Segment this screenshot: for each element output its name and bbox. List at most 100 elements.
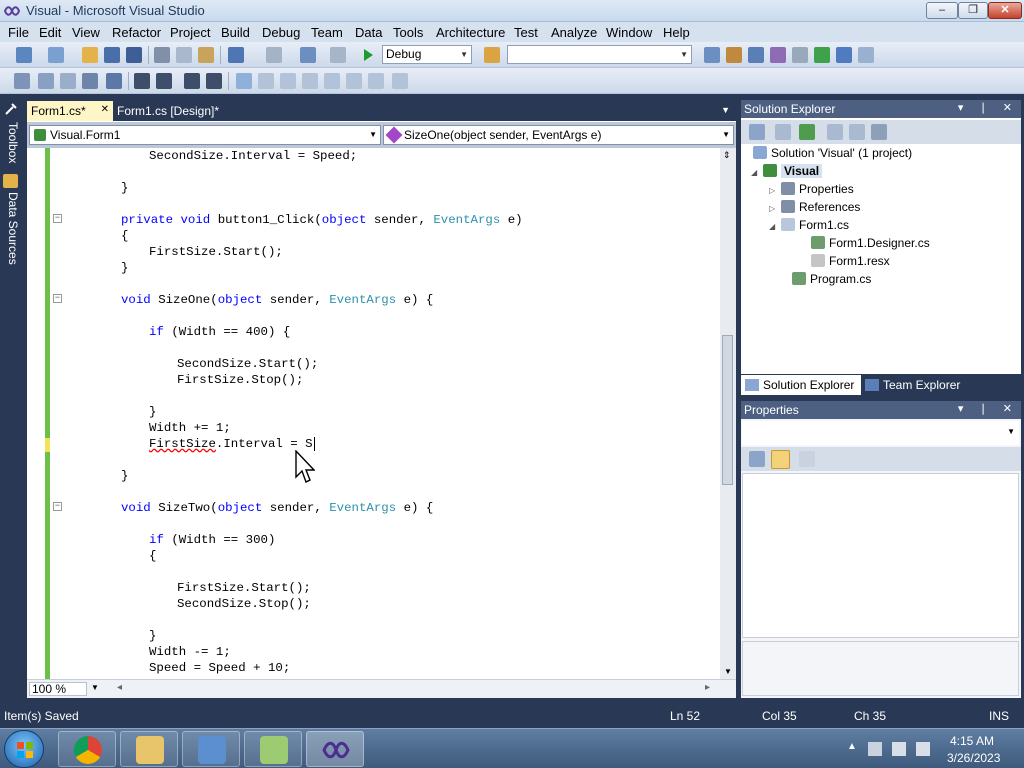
clear-bookmarks-icon[interactable] — [392, 73, 408, 89]
collapse-toggle-icon[interactable]: − — [53, 214, 62, 223]
expanded-arrow-icon[interactable]: ◢ — [751, 168, 763, 177]
toolbox-icon[interactable] — [770, 47, 786, 63]
members-combo[interactable]: SizeOne(object sender, EventArgs e) ▼ — [383, 125, 734, 145]
list-members-icon[interactable] — [14, 73, 30, 89]
object-selector-combo[interactable]: ▼ — [742, 421, 1019, 445]
split-handle-icon[interactable]: ⇕ — [723, 150, 731, 161]
tab-form1-cs[interactable]: Form1.cs* ✕ — [27, 101, 113, 121]
panel-controls[interactable]: ▾ ❘ ✕ — [958, 402, 1018, 415]
properties-window-icon[interactable] — [726, 47, 742, 63]
parameter-info-icon[interactable] — [38, 73, 54, 89]
tree-item-references[interactable]: ▷ References — [769, 200, 860, 218]
paste-icon[interactable] — [198, 47, 214, 63]
menu-debug[interactable]: Debug — [262, 25, 300, 40]
complete-word-icon[interactable] — [82, 73, 98, 89]
maximize-button[interactable]: ❐ — [958, 2, 988, 19]
scroll-left-icon[interactable]: ◂ — [117, 682, 122, 693]
open-folder-icon[interactable] — [82, 47, 98, 63]
solution-configuration-combo[interactable]: Debug ▼ — [382, 45, 472, 64]
start-page-icon[interactable] — [814, 47, 830, 63]
bookmark-icon[interactable] — [236, 73, 252, 89]
collapse-toggle-icon[interactable]: − — [53, 502, 62, 511]
find-in-files-icon[interactable] — [484, 47, 500, 63]
property-pages-icon[interactable] — [799, 451, 815, 467]
comment-icon[interactable] — [134, 73, 150, 89]
object-browser-icon[interactable] — [748, 47, 764, 63]
action-center-icon[interactable] — [868, 742, 882, 756]
toolbox-tab[interactable]: Toolbox — [2, 122, 20, 163]
prev-bookmark-icon[interactable] — [258, 73, 274, 89]
menu-team[interactable]: Team — [311, 25, 343, 40]
collapsed-arrow-icon[interactable]: ▷ — [769, 186, 781, 195]
prev-bookmark-document-icon[interactable] — [346, 73, 362, 89]
taskbar-visual-studio[interactable] — [306, 731, 364, 767]
toolbox-wrench-icon[interactable] — [4, 102, 18, 116]
next-bookmark-icon[interactable] — [280, 73, 296, 89]
taskbar-notepad[interactable] — [244, 731, 302, 767]
clock-time[interactable]: 4:15 AM — [950, 734, 994, 748]
undo-icon[interactable] — [228, 47, 244, 63]
wrap-icon[interactable] — [206, 73, 222, 89]
class-diagram-icon[interactable] — [871, 124, 887, 140]
show-hidden-icons-icon[interactable]: ▲ — [847, 741, 857, 752]
command-window-icon[interactable] — [858, 47, 874, 63]
tree-item-designer[interactable]: Form1.Designer.cs — [811, 236, 930, 254]
types-combo[interactable]: Visual.Form1 ▼ — [29, 125, 381, 145]
chevron-down-icon[interactable]: ▼ — [721, 105, 730, 115]
find-combo[interactable]: ▼ — [507, 45, 692, 64]
tools-icon[interactable] — [792, 47, 808, 63]
tab-team-explorer[interactable]: Team Explorer — [861, 375, 971, 395]
tree-item-resx[interactable]: Form1.resx — [811, 254, 890, 272]
properties-icon[interactable] — [749, 124, 765, 140]
scrollbar-thumb[interactable] — [722, 335, 733, 485]
refresh-icon[interactable] — [799, 124, 815, 140]
save-all-icon[interactable] — [126, 47, 142, 63]
categorized-icon[interactable] — [749, 451, 765, 467]
start-debugging-icon[interactable] — [360, 47, 376, 63]
taskbar-chrome[interactable] — [58, 731, 116, 767]
taskbar-explorer[interactable] — [120, 731, 178, 767]
menu-view[interactable]: View — [72, 25, 100, 40]
menu-window[interactable]: Window — [606, 25, 652, 40]
navigate-forward-icon[interactable] — [330, 47, 346, 63]
network-icon[interactable] — [892, 742, 906, 756]
copy-icon[interactable] — [176, 47, 192, 63]
quick-info-icon[interactable] — [60, 73, 76, 89]
tab-form1-design[interactable]: Form1.cs [Design]* — [113, 101, 245, 121]
vertical-scrollbar[interactable]: ⇕ ▼ — [720, 148, 736, 679]
menu-build[interactable]: Build — [221, 25, 250, 40]
save-icon[interactable] — [104, 47, 120, 63]
tree-item-properties[interactable]: ▷ Properties — [769, 182, 854, 200]
extension-manager-icon[interactable] — [836, 47, 852, 63]
menu-file[interactable]: File — [8, 25, 29, 40]
outdent-icon[interactable] — [106, 73, 122, 89]
indent-icon[interactable] — [184, 73, 200, 89]
tree-item-program[interactable]: Program.cs — [792, 272, 871, 290]
minimize-button[interactable]: – — [926, 2, 958, 19]
collapsed-arrow-icon[interactable]: ▷ — [769, 204, 781, 213]
menu-tools[interactable]: Tools — [393, 25, 423, 40]
panel-controls[interactable]: ▾ ❘ ✕ — [958, 101, 1018, 114]
tab-solution-explorer[interactable]: Solution Explorer — [741, 375, 861, 395]
collapse-toggle-icon[interactable]: − — [53, 294, 62, 303]
start-button[interactable] — [4, 730, 44, 768]
menu-data[interactable]: Data — [355, 25, 382, 40]
code-text-area[interactable]: − − − SecondSize.Interval = Speed; } pri… — [27, 148, 720, 679]
volume-icon[interactable] — [916, 742, 930, 756]
chevron-down-icon[interactable]: ▼ — [91, 683, 99, 692]
data-sources-tab[interactable]: Data Sources — [2, 192, 20, 265]
zoom-combo[interactable]: 100 % — [29, 682, 87, 696]
taskbar-control-panel[interactable] — [182, 731, 240, 767]
menu-project[interactable]: Project — [170, 25, 210, 40]
menu-architecture[interactable]: Architecture — [436, 25, 505, 40]
solution-explorer-icon[interactable] — [704, 47, 720, 63]
navigate-backward-icon[interactable] — [300, 47, 316, 63]
tree-item-form1[interactable]: ◢ Form1.cs — [769, 218, 849, 236]
next-bookmark-folder-icon[interactable] — [324, 73, 340, 89]
view-designer-icon[interactable] — [849, 124, 865, 140]
data-sources-icon[interactable] — [3, 174, 18, 188]
menu-analyze[interactable]: Analyze — [551, 25, 597, 40]
menu-help[interactable]: Help — [663, 25, 690, 40]
menu-test[interactable]: Test — [514, 25, 538, 40]
menu-refactor[interactable]: Refactor — [112, 25, 161, 40]
